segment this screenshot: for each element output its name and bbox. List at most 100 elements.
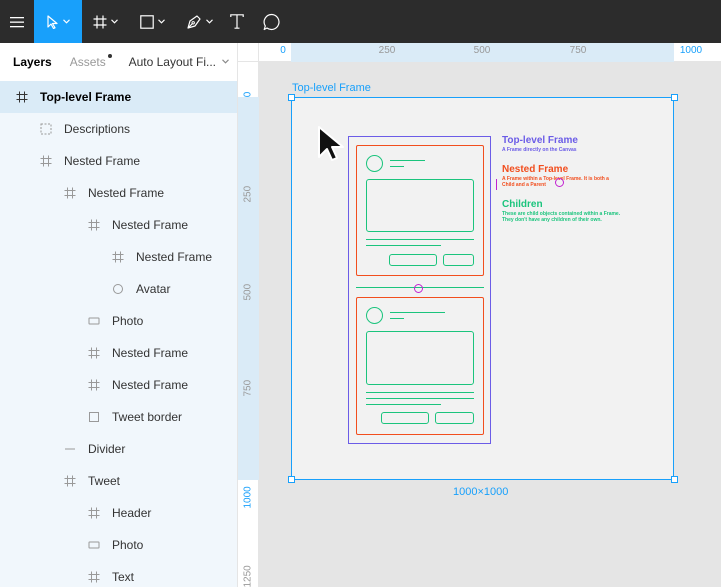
layer-row[interactable]: Tweet bbox=[0, 465, 237, 497]
tab-layers[interactable]: Layers bbox=[13, 55, 52, 69]
layer-row[interactable]: Nested Frame bbox=[0, 337, 237, 369]
move-tool-icon bbox=[46, 14, 58, 29]
photo[interactable] bbox=[366, 331, 474, 385]
tweet-frame[interactable] bbox=[356, 145, 484, 276]
frame-icon bbox=[86, 505, 102, 521]
description-title: Top-level Frame bbox=[502, 135, 578, 146]
layer-row[interactable]: Nested Frame bbox=[0, 241, 237, 273]
layer-row[interactable]: Nested Frame bbox=[0, 177, 237, 209]
ruler-tick-label: 0 bbox=[242, 91, 254, 98]
frame-icon bbox=[14, 89, 30, 105]
canvas[interactable]: Top-level Frame Top-level Frame A Frame … bbox=[259, 62, 721, 587]
action-button[interactable] bbox=[381, 412, 429, 424]
description-children: Children These are child objects contain… bbox=[502, 199, 622, 223]
layer-row[interactable]: Header bbox=[0, 497, 237, 529]
layer-label: Top-level Frame bbox=[40, 90, 132, 104]
resize-handle-ne[interactable] bbox=[671, 94, 678, 101]
ruler-tick-label: 750 bbox=[242, 379, 254, 397]
frame-icon bbox=[86, 217, 102, 233]
pen-tool-icon bbox=[186, 14, 201, 29]
action-button[interactable] bbox=[435, 412, 474, 424]
resize-handle-se[interactable] bbox=[671, 476, 678, 483]
layer-label: Nested Frame bbox=[88, 186, 165, 200]
layer-label: Nested Frame bbox=[136, 250, 213, 264]
ellipse-icon bbox=[110, 281, 126, 297]
action-button[interactable] bbox=[443, 254, 474, 266]
shape-tool-button[interactable] bbox=[129, 0, 176, 43]
frame-icon bbox=[86, 569, 102, 585]
auto-layout-handle[interactable] bbox=[555, 178, 564, 187]
layer-row[interactable]: Photo bbox=[0, 305, 237, 337]
layer-row[interactable]: Photo bbox=[0, 529, 237, 561]
layer-row[interactable]: Top-level Frame bbox=[0, 81, 237, 113]
comment-tool-button[interactable] bbox=[252, 0, 292, 43]
toolbar bbox=[0, 0, 721, 43]
layer-label: Nested Frame bbox=[112, 218, 189, 232]
horizontal-ruler: 0 250 500 750 1000 bbox=[259, 43, 721, 62]
layer-row[interactable]: Divider bbox=[0, 433, 237, 465]
avatar[interactable] bbox=[366, 155, 383, 172]
frame-tool-button[interactable] bbox=[82, 0, 129, 43]
text-line bbox=[390, 318, 404, 319]
tab-assets[interactable]: Assets bbox=[69, 53, 112, 69]
chevron-down-icon bbox=[222, 59, 229, 64]
layer-row[interactable]: Nested Frame bbox=[0, 369, 237, 401]
text-line bbox=[390, 312, 445, 313]
frame-tool-icon bbox=[93, 15, 107, 28]
photo[interactable] bbox=[366, 179, 474, 232]
text-tool-button[interactable] bbox=[222, 0, 252, 43]
layer-label: Tweet bbox=[88, 474, 121, 488]
layer-row[interactable]: Text bbox=[0, 561, 237, 587]
notification-dot bbox=[107, 53, 112, 58]
layer-label: Header bbox=[112, 506, 152, 520]
frame-icon bbox=[110, 249, 126, 265]
layer-label: Photo bbox=[112, 314, 144, 328]
frame-label[interactable]: Top-level Frame bbox=[292, 82, 371, 94]
resize-handle-nw[interactable] bbox=[288, 94, 295, 101]
description-title: Nested Frame bbox=[502, 164, 569, 175]
layer-row[interactable]: Descriptions bbox=[0, 113, 237, 145]
tweet-frame[interactable] bbox=[356, 297, 484, 435]
tab-assets-label: Assets bbox=[69, 54, 106, 69]
layer-label: Photo bbox=[112, 538, 144, 552]
frame-icon bbox=[62, 185, 78, 201]
description-text: These are child objects contained within… bbox=[502, 211, 621, 223]
text-line bbox=[366, 392, 474, 393]
chevron-down-icon bbox=[62, 19, 70, 24]
menu-button[interactable] bbox=[0, 0, 34, 43]
layer-label: Nested Frame bbox=[112, 378, 189, 392]
text-line bbox=[366, 239, 474, 240]
top-level-frame[interactable]: Top-level Frame A Frame directly on the … bbox=[291, 97, 674, 480]
layer-row[interactable]: Avatar bbox=[0, 273, 237, 305]
square-icon bbox=[86, 409, 102, 425]
ruler-tick-label: 1000 bbox=[242, 486, 254, 509]
text-tool-icon bbox=[230, 14, 244, 29]
page-selector[interactable]: Auto Layout Fi... bbox=[129, 55, 229, 69]
avatar[interactable] bbox=[366, 307, 383, 324]
ruler-tick-label: 750 bbox=[569, 45, 587, 56]
layer-row[interactable]: Tweet border bbox=[0, 401, 237, 433]
layer-row[interactable]: Nested Frame bbox=[0, 209, 237, 241]
resize-handle-sw[interactable] bbox=[288, 476, 295, 483]
pen-tool-button[interactable] bbox=[176, 0, 222, 43]
move-tool-button[interactable] bbox=[34, 0, 82, 43]
ruler-tick-label: 1250 bbox=[242, 565, 254, 587]
rectangle-icon bbox=[86, 313, 102, 329]
frame-icon bbox=[86, 377, 102, 393]
figma-app: Layers Assets Auto Layout Fi... Top-leve… bbox=[0, 0, 721, 587]
ruler-tick-label: 1000 bbox=[679, 45, 703, 56]
mouse-cursor-icon bbox=[318, 126, 344, 161]
comment-icon bbox=[263, 13, 280, 30]
shape-tool-icon bbox=[140, 14, 154, 29]
text-line bbox=[366, 245, 441, 246]
action-button[interactable] bbox=[389, 254, 437, 266]
layer-label: Avatar bbox=[136, 282, 171, 296]
ruler-tick-label: 500 bbox=[473, 45, 491, 56]
text-line bbox=[366, 398, 474, 399]
auto-layout-handle[interactable] bbox=[414, 284, 423, 293]
ruler-tick-label: 500 bbox=[242, 283, 254, 301]
description-text: A Frame directly on the Canvas bbox=[502, 147, 577, 153]
frame-icon bbox=[38, 153, 54, 169]
menu-icon bbox=[10, 16, 24, 27]
layer-row[interactable]: Nested Frame bbox=[0, 145, 237, 177]
